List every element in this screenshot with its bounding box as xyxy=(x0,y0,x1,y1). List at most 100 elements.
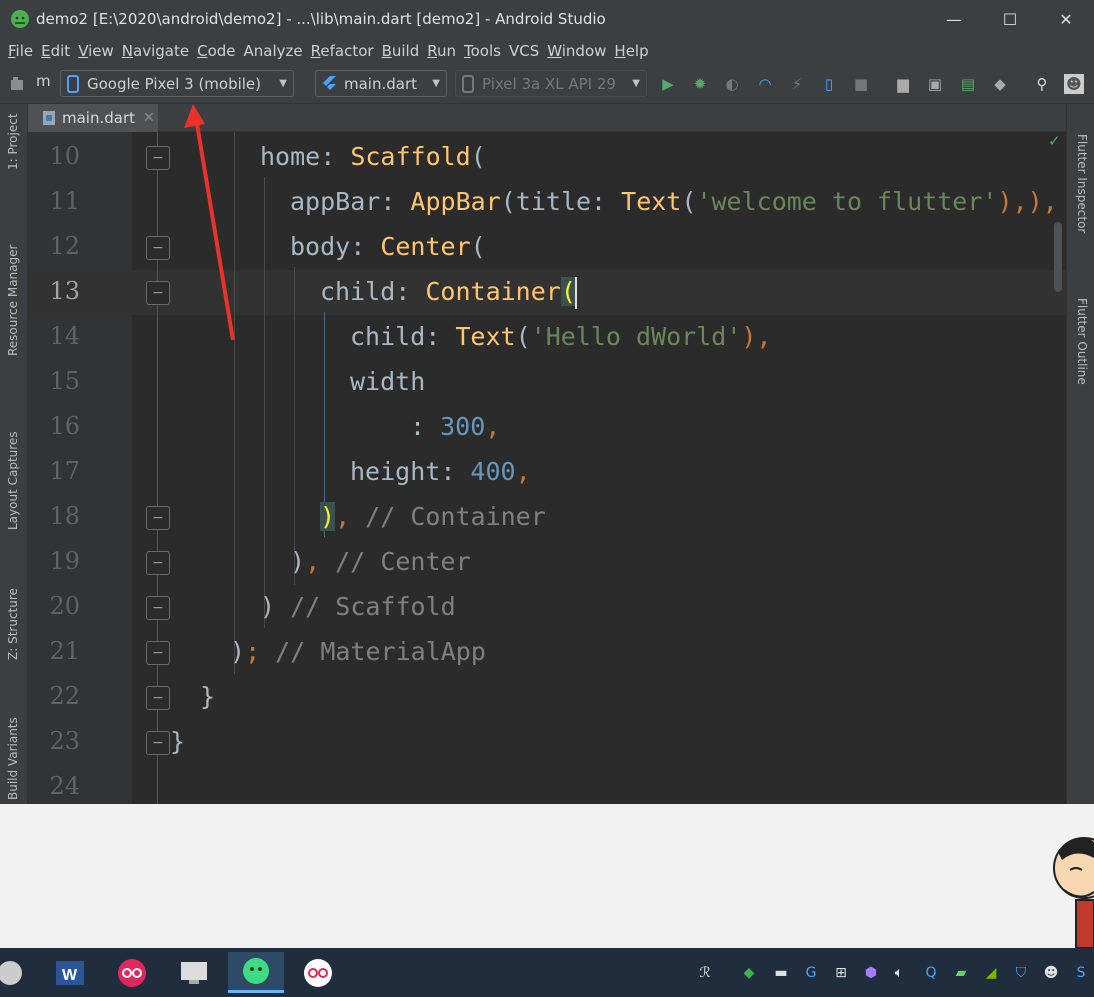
tool-window-flutter-inspector[interactable]: Flutter Inspector xyxy=(1075,134,1089,233)
dart-file-icon xyxy=(43,111,55,125)
editor-tab-bar: main.dart ✕ xyxy=(28,104,1066,132)
tool-window-structure[interactable]: Z: Structure xyxy=(6,588,20,660)
windows-taskbar: W ℛ ◆ ▬ G ⊞ ⬢ 🔈︎ Q ▰ ◢ ⛉ ☻ S xyxy=(0,948,1094,997)
qq-icon[interactable]: ☻ xyxy=(1040,962,1062,984)
menu-code[interactable]: Code xyxy=(193,42,239,60)
security-shield-icon[interactable]: ⛉ xyxy=(1010,962,1032,984)
line-number: 17 xyxy=(49,457,80,485)
tray-grid-icon[interactable]: ⊞ xyxy=(830,962,852,984)
menu-edit[interactable]: Edit xyxy=(37,42,74,60)
emulator-label: Pixel 3a XL API 29 xyxy=(482,74,616,93)
fold-marker[interactable]: − xyxy=(146,506,170,530)
fold-marker[interactable]: − xyxy=(146,596,170,620)
project-folder-icon[interactable] xyxy=(10,74,32,94)
android-studio-icon xyxy=(11,10,29,28)
line-number: 24 xyxy=(49,772,80,800)
menu-tools[interactable]: Tools xyxy=(460,42,505,60)
code-line-17: height: 400, xyxy=(350,457,531,486)
tool-window-flutter-outline[interactable]: Flutter Outline xyxy=(1075,298,1089,385)
inspection-ok-icon[interactable]: ✓ xyxy=(1048,132,1061,150)
tool-window-project[interactable]: 1: Project xyxy=(6,113,20,170)
tab-main-dart[interactable]: main.dart ✕ xyxy=(28,104,158,132)
stop-icon[interactable]: ■ xyxy=(851,74,871,94)
menu-vcs[interactable]: VCS xyxy=(505,42,543,60)
code-line-15: width xyxy=(350,367,426,396)
menu-help[interactable]: Help xyxy=(610,42,652,60)
maximize-button[interactable]: ☐ xyxy=(982,0,1038,38)
close-window-button[interactable]: ✕ xyxy=(1038,0,1094,38)
debug-icon[interactable]: ✹ xyxy=(690,74,710,94)
hot-reload-icon[interactable]: ⚡ xyxy=(787,74,807,94)
menu-view[interactable]: View xyxy=(74,42,118,60)
remote-desktop-icon[interactable] xyxy=(166,952,222,993)
code-line-23: } xyxy=(170,727,186,756)
logitech-icon[interactable]: G xyxy=(800,962,822,984)
tool-window-resource-manager[interactable]: Resource Manager xyxy=(6,245,20,356)
sync-icon[interactable]: ▣ xyxy=(925,74,945,94)
menu-refactor[interactable]: Refactor xyxy=(307,42,378,60)
word-icon[interactable]: W xyxy=(42,952,98,993)
tool-window-layout-captures[interactable]: Layout Captures xyxy=(6,431,20,530)
taskbar-app-icon[interactable] xyxy=(0,952,38,993)
attach-debugger-icon[interactable]: ◐ xyxy=(722,74,742,94)
fold-marker[interactable]: − xyxy=(146,641,170,665)
run-config-selector[interactable]: main.dart ▼ xyxy=(315,70,447,97)
recorder-app-icon-2[interactable] xyxy=(290,952,346,993)
tool-window-build-variants[interactable]: Build Variants xyxy=(6,717,20,800)
flutter-icon xyxy=(323,75,336,90)
avatar[interactable]: ☻ xyxy=(1064,74,1084,94)
left-tool-strip: 1: Project Resource Manager Layout Captu… xyxy=(0,104,28,804)
tray-app-icon[interactable]: ◆ xyxy=(738,962,760,984)
menu-file[interactable]: File xyxy=(4,42,37,60)
close-tab-icon[interactable]: ✕ xyxy=(143,110,155,126)
code-editor[interactable]: 10 11 12 13 14 15 16 17 18 19 20 21 22 2… xyxy=(28,132,1066,804)
sdk-manager-icon[interactable]: ◆ xyxy=(990,74,1010,94)
menu-analyze[interactable]: Analyze xyxy=(240,42,307,60)
apply-changes-icon[interactable]: ▯ xyxy=(819,74,839,94)
tray-shield-icon[interactable]: ⬢ xyxy=(860,962,882,984)
minimize-button[interactable]: — xyxy=(926,0,982,38)
fold-marker[interactable]: − xyxy=(146,731,170,755)
text-caret xyxy=(575,277,577,309)
line-number: 12 xyxy=(49,232,80,260)
profile-icon[interactable]: ◠ xyxy=(755,74,775,94)
tray-q-icon[interactable]: Q xyxy=(920,962,942,984)
phone-icon xyxy=(67,74,79,93)
menu-build[interactable]: Build xyxy=(378,42,424,60)
code-line-22: } xyxy=(200,682,216,711)
fold-marker[interactable]: − xyxy=(146,236,170,260)
fold-marker[interactable]: − xyxy=(146,146,170,170)
recorder-app-icon[interactable] xyxy=(104,952,160,993)
vertical-scrollbar[interactable] xyxy=(1054,222,1062,292)
tray-s-icon[interactable]: S xyxy=(1070,962,1092,984)
run-config-label: main.dart xyxy=(344,74,418,93)
run-icon[interactable]: ▶ xyxy=(658,74,678,94)
fold-marker[interactable]: − xyxy=(146,551,170,575)
right-tool-strip: Flutter Inspector Flutter Outline xyxy=(1066,104,1094,804)
network-icon[interactable]: ▰ xyxy=(950,962,972,984)
tray-display-icon[interactable]: ▬ xyxy=(770,962,792,984)
code-line-16: : 300, xyxy=(410,412,501,441)
fold-marker[interactable]: − xyxy=(146,686,170,710)
nvidia-icon[interactable]: ◢ xyxy=(980,962,1002,984)
breadcrumb[interactable]: m xyxy=(36,72,51,90)
desktop-area xyxy=(0,804,1094,948)
emulator-selector[interactable]: Pixel 3a XL API 29 ▼ xyxy=(455,70,647,97)
android-studio-taskbar-icon[interactable] xyxy=(228,952,284,993)
menu-navigate[interactable]: Navigate xyxy=(118,42,193,60)
code-line-20: ) // Scaffold xyxy=(260,592,456,621)
fold-marker[interactable]: − xyxy=(146,281,170,305)
phone-icon xyxy=(462,74,474,93)
search-icon[interactable]: ⚲ xyxy=(1032,74,1052,94)
avd-manager-icon[interactable]: ▤ xyxy=(958,74,978,94)
line-number: 20 xyxy=(49,592,80,620)
people-icon[interactable]: ℛ xyxy=(694,962,716,984)
cartoon-character-image xyxy=(1053,837,1094,948)
device-selector[interactable]: Google Pixel 3 (mobile) ▼ xyxy=(60,70,294,97)
menu-window[interactable]: Window xyxy=(543,42,610,60)
line-number: 18 xyxy=(49,502,80,530)
volume-icon[interactable]: 🔈︎ xyxy=(888,962,910,984)
project-structure-icon[interactable]: ▆ xyxy=(893,74,913,94)
window-title: demo2 [E:\2020\android\demo2] - ...\lib\… xyxy=(36,10,606,28)
menu-run[interactable]: Run xyxy=(423,42,460,60)
